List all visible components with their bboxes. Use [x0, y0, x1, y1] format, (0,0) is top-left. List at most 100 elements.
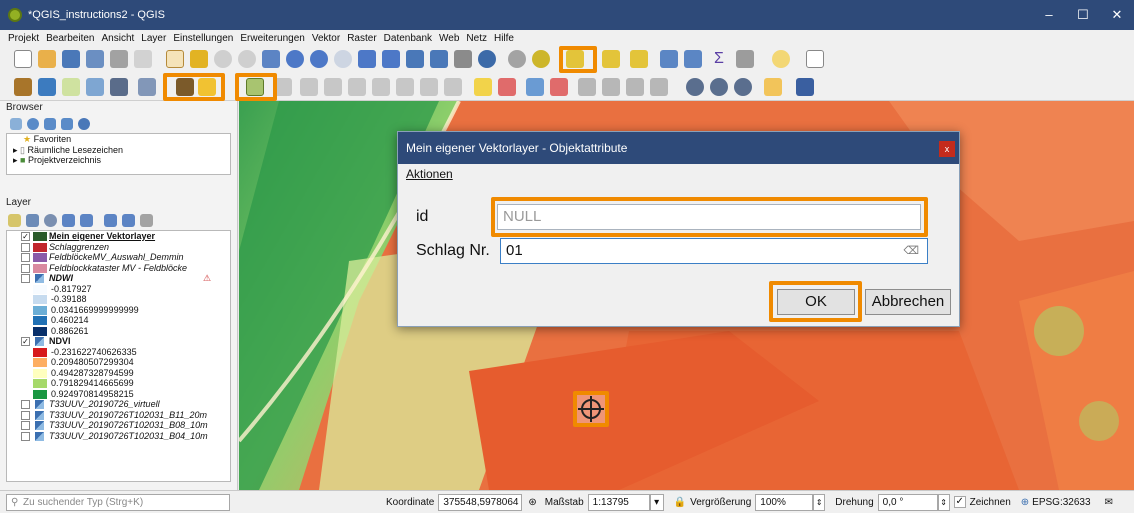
extents-toggle-icon[interactable]: ⊛ [528, 497, 536, 508]
magnifier-field[interactable]: 100% [755, 493, 814, 511]
filter-expression-icon[interactable] [80, 214, 93, 227]
magnifier-spinner[interactable]: ⇕ [813, 493, 826, 511]
collapse-all-icon[interactable] [122, 214, 135, 227]
copy-features-icon[interactable] [372, 78, 390, 96]
collapse-all-icon[interactable] [61, 118, 73, 130]
cancel-button[interactable]: Abbrechen [865, 289, 951, 315]
layer-visibility-checkbox[interactable] [21, 400, 30, 409]
layer-visibility-checkbox[interactable]: ✓ [21, 337, 30, 346]
rotation-field[interactable]: 0,0 ° [877, 493, 938, 511]
menu-netz[interactable]: Netz [466, 33, 487, 44]
zoom-out-icon[interactable] [238, 50, 256, 68]
menu-einstellungen[interactable]: Einstellungen [173, 33, 233, 44]
layer-visibility-checkbox[interactable] [21, 253, 30, 262]
zoom-next-icon[interactable] [382, 50, 400, 68]
plugin-three-icon[interactable] [734, 78, 752, 96]
refresh-icon[interactable] [27, 118, 39, 130]
minimize-button[interactable]: – [1032, 0, 1066, 30]
legend-item[interactable]: 0.0341669999999999 [7, 305, 230, 316]
expand-all-icon[interactable] [104, 214, 117, 227]
help-icon[interactable] [796, 78, 814, 96]
scale-dropdown-icon[interactable]: ▾ [649, 493, 664, 511]
zoom-layer-icon[interactable] [310, 50, 328, 68]
save-project-icon[interactable] [62, 50, 80, 68]
layer-item[interactable]: ✓ Mein eigener Vektorlayer [7, 231, 230, 242]
browser-item[interactable]: ★ Favoriten [7, 134, 230, 145]
identify-icon[interactable] [508, 50, 526, 68]
menu-projekt[interactable]: Projekt [8, 33, 39, 44]
bookmark-icon[interactable] [430, 50, 448, 68]
zoom-selection-icon[interactable] [286, 50, 304, 68]
layer-visibility-checkbox[interactable] [21, 263, 30, 273]
select-by-value-icon[interactable] [602, 50, 620, 68]
menu-raster[interactable]: Raster [347, 33, 376, 44]
zoom-full-icon[interactable] [262, 50, 280, 68]
layer-item[interactable]: T33UUV_20190726T102031_B08_10m [7, 420, 230, 431]
clear-icon[interactable]: ⌫ [903, 239, 919, 263]
schlag-nr-field[interactable]: 01 ⌫ [500, 238, 928, 264]
layer-item[interactable]: Feldblockkataster MV - Feldblöcke [7, 263, 230, 274]
add-raster-icon[interactable] [86, 78, 104, 96]
menu-datenbank[interactable]: Datenbank [384, 33, 432, 44]
visibility-icon[interactable] [44, 214, 57, 227]
coordinate-field[interactable]: 375548,5978064 [438, 493, 523, 511]
pan-icon[interactable] [166, 50, 184, 68]
legend-item[interactable]: 0.886261 [7, 326, 230, 337]
legend-item[interactable]: 0.791829414665699 [7, 378, 230, 389]
add-wms-icon[interactable] [110, 78, 128, 96]
paste-features-icon[interactable] [396, 78, 414, 96]
plugin-one-icon[interactable] [686, 78, 704, 96]
layer-visibility-checkbox[interactable] [21, 410, 30, 420]
add-layer-icon[interactable] [10, 118, 22, 130]
redo-icon[interactable] [444, 78, 462, 96]
layout-manager-icon[interactable] [134, 50, 152, 68]
legend-item[interactable]: -0.231622740626335 [7, 347, 230, 358]
menu-web[interactable]: Web [439, 33, 459, 44]
menu-layer[interactable]: Layer [141, 33, 166, 44]
label-toolbar-icon[interactable] [474, 78, 492, 96]
label-change-icon[interactable] [626, 78, 644, 96]
layer-visibility-checkbox[interactable] [21, 431, 30, 441]
deselect-icon[interactable] [630, 50, 648, 68]
browser-item[interactable]: ▸ ■ Projektverzeichnis [7, 155, 230, 166]
maximize-button[interactable]: ☐ [1066, 0, 1100, 30]
legend-item[interactable]: 0.209480507299304 [7, 357, 230, 368]
print-layout-icon[interactable] [110, 50, 128, 68]
layer-item[interactable]: T33UUV_20190726T102031_B04_10m [7, 431, 230, 442]
label-rotate-icon[interactable] [602, 78, 620, 96]
layer-visibility-checkbox[interactable] [21, 274, 30, 283]
show-bookmarks-icon[interactable] [454, 50, 472, 68]
legend-item[interactable]: 0.460214 [7, 315, 230, 326]
new-shapefile-icon[interactable] [38, 78, 56, 96]
text-annotation-icon[interactable] [806, 50, 824, 68]
modify-attributes-icon[interactable] [300, 78, 318, 96]
add-group-icon[interactable] [26, 214, 39, 227]
zoom-native-icon[interactable] [334, 50, 352, 68]
field-calculator-icon[interactable] [684, 50, 702, 68]
messages-icon[interactable]: ✉ [1105, 497, 1113, 508]
legend-item[interactable]: 0.494287328794599 [7, 368, 230, 379]
close-button[interactable]: ✕ [1100, 0, 1134, 30]
layer-item[interactable]: T33UUV_20190726T102031_B11_20m [7, 410, 230, 421]
rotation-spinner[interactable]: ⇕ [937, 493, 950, 511]
menu-aktionen[interactable]: Aktionen [406, 167, 453, 181]
menu-erweiterungen[interactable]: Erweiterungen [240, 33, 304, 44]
data-source-manager-icon[interactable] [14, 78, 32, 96]
info-icon[interactable] [78, 118, 90, 130]
layer-visibility-checkbox[interactable] [21, 242, 30, 252]
map-tips-icon[interactable] [772, 50, 790, 68]
filter-legend-icon[interactable] [62, 214, 75, 227]
layer-visibility-checkbox[interactable]: ✓ [21, 232, 30, 241]
scale-field[interactable]: 1:13795 [587, 493, 650, 511]
layer-visibility-checkbox[interactable] [21, 421, 30, 430]
legend-item[interactable]: 0.924970814958215 [7, 389, 230, 400]
plugin-two-icon[interactable] [710, 78, 728, 96]
menu-ansicht[interactable]: Ansicht [102, 33, 135, 44]
crs-button[interactable]: EPSG:32633 [1032, 497, 1090, 508]
pan-to-selection-icon[interactable] [190, 50, 208, 68]
actions-icon[interactable] [532, 50, 550, 68]
open-project-icon[interactable] [38, 50, 56, 68]
menu-hilfe[interactable]: Hilfe [494, 33, 514, 44]
refresh-icon[interactable] [478, 50, 496, 68]
label-show-hide-icon[interactable] [550, 78, 568, 96]
